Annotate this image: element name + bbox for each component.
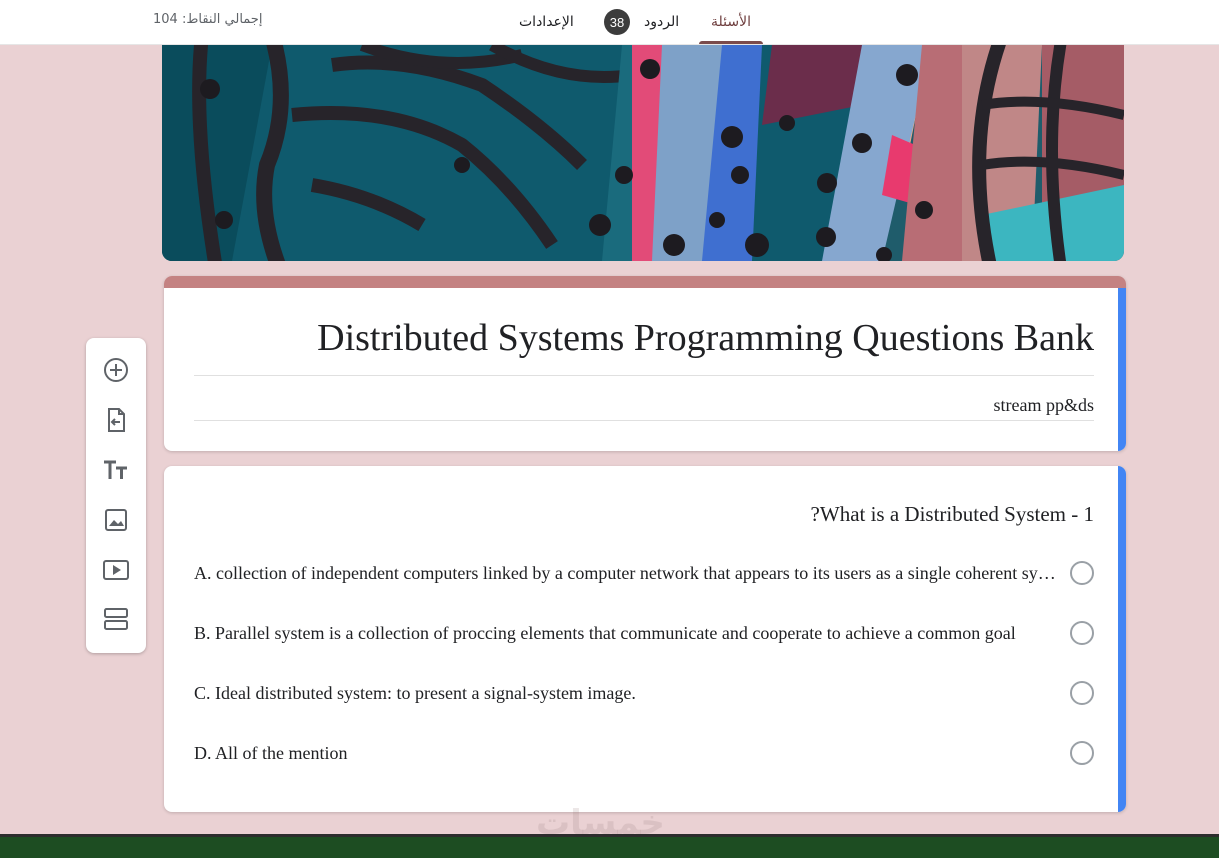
add-title-icon[interactable] [101,455,131,485]
theme-color-strip [164,276,1126,288]
question-text: ?What is a Distributed System - 1 [810,502,1094,526]
responses-count-badge: 38 [604,9,630,35]
option-c[interactable]: C. Ideal distributed system: to present … [194,678,1094,708]
selected-card-indicator [1118,288,1126,451]
tab-settings-label: الإعدادات [519,14,574,30]
option-label: C. Ideal distributed system: to present … [194,683,636,703]
total-points: إجمالي النقاط: 104 [153,12,263,27]
tab-questions-label: الأسئلة [711,14,751,30]
import-questions-icon[interactable] [101,405,131,435]
add-video-icon[interactable] [101,555,131,585]
add-section-icon[interactable] [101,604,131,634]
radio-button[interactable] [1070,621,1094,645]
option-label: B. Parallel system is a collection of pr… [194,623,1016,643]
option-label: A. collection of independent computers l… [194,563,1056,583]
top-bar: إجمالي النقاط: 104 الإعدادات 38 الردود ا… [0,0,1219,45]
tab-questions[interactable]: الأسئلة [699,0,763,44]
radio-button[interactable] [1070,561,1094,585]
form-title-card[interactable]: Distributed Systems Programming Question… [164,276,1126,451]
title-divider [194,375,1094,376]
radio-button[interactable] [1070,681,1094,705]
description-divider [194,420,1094,421]
os-taskbar [0,834,1219,858]
question-card[interactable]: ?What is a Distributed System - 1 A. col… [164,466,1126,812]
header-banner-image [162,45,1124,261]
form-description[interactable]: stream pp&ds [994,395,1095,416]
option-d[interactable]: D. All of the mention [194,738,1094,768]
tab-responses[interactable]: 38 الردود [604,0,679,44]
form-title[interactable]: Distributed Systems Programming Question… [317,316,1094,360]
floating-toolbar [86,338,146,653]
tab-responses-label: الردود [644,14,680,30]
option-a[interactable]: A. collection of independent computers l… [194,558,1094,588]
tab-settings[interactable]: الإعدادات [519,0,574,44]
option-label: D. All of the mention [194,743,348,763]
add-question-icon[interactable] [101,355,131,385]
radio-button[interactable] [1070,741,1094,765]
option-b[interactable]: B. Parallel system is a collection of pr… [194,618,1094,648]
active-tab-indicator [699,41,763,44]
selected-card-indicator [1118,466,1126,812]
add-image-icon[interactable] [101,505,131,535]
